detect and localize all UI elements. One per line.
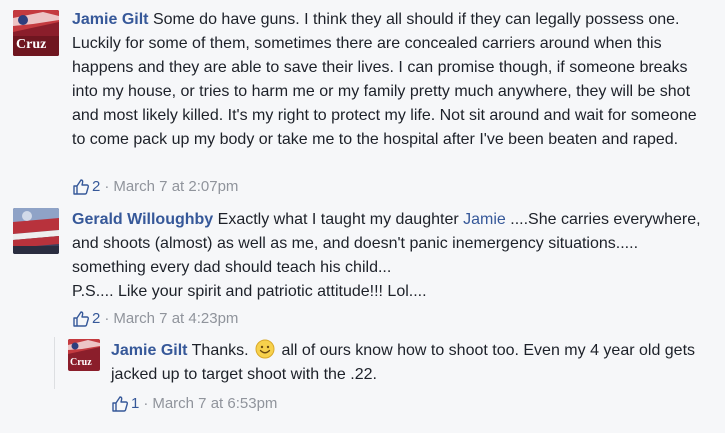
comment-text-before-emoji: Thanks.: [191, 342, 249, 359]
comment-body: Jamie Gilt Some do have guns. I think th…: [72, 8, 712, 152]
like-count[interactable]: 1: [131, 395, 139, 413]
comment-timestamp[interactable]: March 7 at 4:23pm: [113, 310, 238, 328]
comment-timestamp[interactable]: March 7 at 6:53pm: [152, 395, 277, 413]
avatar-photo-icon: [13, 208, 59, 254]
reply-indent-line: [54, 337, 55, 389]
avatar-label: Cruz: [16, 37, 47, 52]
thumbs-up-outline-icon[interactable]: [72, 310, 90, 328]
comment-text-postscript: P.S.... Like your spirit and patriotic a…: [72, 283, 427, 300]
mention-link[interactable]: Jamie: [463, 211, 506, 228]
comment-body: Jamie Gilt Thanks. all of ours know how …: [111, 339, 711, 387]
avatar[interactable]: Cruz: [68, 339, 100, 371]
avatar-label: Cruz: [70, 357, 92, 368]
comment-meta: 2 · March 7 at 4:23pm: [72, 310, 238, 328]
reply-jamie-gilt: Cruz Jamie Gilt Thanks. all of ours know…: [0, 335, 725, 433]
comment-gerald-willoughby: Gerald Willoughby Exactly what I taught …: [0, 200, 725, 335]
avatar[interactable]: Cruz: [13, 10, 59, 56]
thumbs-up-outline-icon[interactable]: [72, 178, 90, 196]
separator-dot: ·: [104, 310, 110, 327]
like-count[interactable]: 2: [92, 178, 100, 196]
avatar[interactable]: [13, 208, 59, 254]
comment-timestamp[interactable]: March 7 at 2:07pm: [113, 178, 238, 196]
separator-dot: ·: [143, 395, 149, 412]
comment-body: Gerald Willoughby Exactly what I taught …: [72, 208, 712, 304]
comment-text: Some do have guns. I think they all shou…: [72, 11, 697, 148]
thumbs-up-outline-icon[interactable]: [111, 395, 129, 413]
comment-meta: 1 · March 7 at 6:53pm: [111, 395, 277, 413]
comment-thread: Cruz Jamie Gilt Some do have guns. I thi…: [0, 0, 725, 433]
comment-text-before-mention: Exactly what I taught my daughter: [217, 211, 459, 228]
comment-author[interactable]: Jamie Gilt: [111, 342, 187, 359]
separator-dot: ·: [104, 178, 110, 195]
comment-author[interactable]: Gerald Willoughby: [72, 211, 213, 228]
smiley-face-icon: [255, 339, 275, 359]
comment-meta: 2 · March 7 at 2:07pm: [72, 178, 238, 196]
like-count[interactable]: 2: [92, 310, 100, 328]
comment-author[interactable]: Jamie Gilt: [72, 11, 148, 28]
comment-jamie-gilt-1: Cruz Jamie Gilt Some do have guns. I thi…: [0, 0, 725, 200]
